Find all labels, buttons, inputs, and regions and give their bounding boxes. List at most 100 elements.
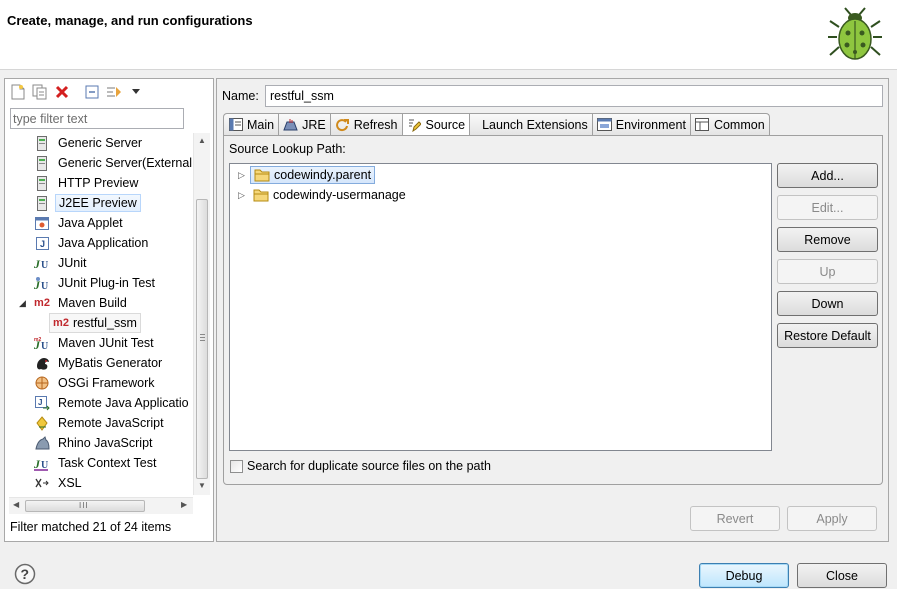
configuration-editor: Name: Main JRE Refresh Source Launch Ext… (216, 78, 889, 542)
tab-label: Main (247, 117, 275, 132)
tree-item-restful-ssm[interactable]: m2 restful_ssm (49, 313, 141, 333)
tree-horizontal-scrollbar[interactable]: ◀ III ▶ (9, 497, 193, 514)
tree-item-junit[interactable]: JU JUnit (34, 253, 89, 273)
tree-item-rhino-javascript[interactable]: Rhino JavaScript (34, 433, 156, 453)
close-button[interactable]: Close (797, 563, 887, 588)
tree-item-label: m2 restful_ssm (49, 313, 141, 333)
tree-item-junit-plugin-test[interactable]: JU JUnit Plug-in Test (34, 273, 158, 293)
maven-icon: m2 (34, 297, 50, 309)
tab-jre[interactable]: JRE (279, 113, 331, 135)
remote-java-icon: J (34, 395, 50, 411)
tree-item-java-application[interactable]: J Java Application (34, 233, 151, 253)
title-band: Create, manage, and run configurations (0, 0, 897, 70)
tree-item-j2ee-preview[interactable]: J2EE Preview (34, 193, 141, 213)
expand-arrow-icon[interactable]: ▷ (238, 170, 250, 181)
tab-source[interactable]: Source (402, 113, 471, 136)
source-item-label: codewindy-usermanage (250, 187, 409, 203)
duplicate-source-checkbox[interactable]: Search for duplicate source files on the… (230, 459, 491, 473)
remote-js-icon (34, 415, 50, 431)
server-icon (34, 195, 50, 211)
tree-item-label: XSL (58, 476, 82, 490)
tree-item-maven-build[interactable]: ◢ m2 Maven Build (19, 293, 130, 313)
server-icon (34, 175, 50, 191)
scroll-up-icon[interactable]: ▲ (198, 136, 206, 145)
source-item-codewindy-parent[interactable]: ▷ codewindy.parent (238, 165, 376, 185)
add-button[interactable]: Add... (777, 163, 878, 188)
config-tabs: Main JRE Refresh Source Launch Extension… (223, 113, 770, 136)
tab-refresh[interactable]: Refresh (330, 113, 403, 135)
main-tab-icon (228, 117, 243, 132)
name-field[interactable] (265, 85, 883, 107)
osgi-icon (34, 375, 50, 391)
tree-item-generic-server[interactable]: Generic Server (34, 133, 145, 153)
tree-item-label: Remote Java Applicatio (58, 396, 189, 410)
junit-icon: JU (34, 255, 50, 271)
tree-item-generic-server-external[interactable]: Generic Server(External (34, 153, 195, 173)
junit-icon: J Um2 (34, 335, 50, 351)
collapse-all-icon[interactable] (83, 83, 101, 101)
name-label: Name: (222, 89, 259, 103)
filter-icon[interactable] (105, 83, 123, 101)
folder-icon (254, 169, 270, 182)
svg-text:?: ? (21, 566, 30, 582)
scroll-right-icon[interactable]: ▶ (181, 500, 187, 509)
svg-text:J: J (38, 398, 42, 407)
checkbox-box[interactable] (230, 459, 243, 473)
tab-common[interactable]: Common (690, 113, 770, 135)
source-item-codewindy-usermanage[interactable]: ▷ codewindy-usermanage (238, 185, 409, 205)
tree-item-task-context-test[interactable]: JU Task Context Test (34, 453, 159, 473)
horizontal-scroll-thumb[interactable]: III (25, 500, 145, 512)
debug-button[interactable]: Debug (699, 563, 789, 588)
junit-plugin-icon: JU (34, 275, 50, 291)
source-icon (407, 118, 422, 133)
tree-item-xsl[interactable]: XSL (34, 473, 85, 493)
tree-vertical-scrollbar[interactable]: ▲ ▼ (193, 133, 210, 495)
tree-item-mybatis-generator[interactable]: MyBatis Generator (34, 353, 165, 373)
tree-item-label: Generic Server(External (58, 156, 193, 170)
dialog-title: Create, manage, and run configurations (7, 13, 253, 28)
filter-input[interactable] (10, 108, 184, 129)
tab-environment[interactable]: Environment (592, 113, 691, 135)
tree-item-label: Java Application (58, 236, 149, 250)
applet-icon (34, 215, 50, 231)
source-lookup-tree[interactable]: ▷ codewindy.parent ▷ codewindy-usermanag… (229, 163, 772, 451)
remove-button[interactable]: Remove (777, 227, 878, 252)
expand-arrow-icon[interactable]: ▷ (238, 190, 250, 201)
tab-label: Common (713, 117, 765, 132)
expanded-arrow-icon[interactable]: ◢ (19, 298, 34, 309)
new-config-icon[interactable] (9, 83, 27, 101)
tab-main[interactable]: Main (223, 113, 280, 135)
tree-item-remote-javascript[interactable]: Remote JavaScript (34, 413, 167, 433)
duplicate-icon[interactable] (31, 83, 49, 101)
configurations-toolbar (9, 82, 145, 102)
revert-button[interactable]: Revert (690, 506, 780, 531)
restore-default-button[interactable]: Restore Default (777, 323, 878, 348)
tree-item-java-applet[interactable]: Java Applet (34, 213, 126, 233)
tab-label: Refresh (353, 117, 398, 132)
apply-button[interactable]: Apply (787, 506, 877, 531)
restful-ssm-label: restful_ssm (73, 316, 137, 330)
configurations-panel: Generic Server Generic Server(External H… (4, 78, 214, 542)
tab-launch-extensions[interactable]: Launch Extensions (470, 113, 593, 135)
down-button[interactable]: Down (777, 291, 878, 316)
tree-item-label: Maven Build (58, 296, 127, 310)
common-icon (695, 117, 710, 132)
tree-item-http-preview[interactable]: HTTP Preview (34, 173, 141, 193)
tree-item-remote-java-application[interactable]: J Remote Java Applicatio (34, 393, 192, 413)
scroll-left-icon[interactable]: ◀ (13, 500, 19, 509)
svg-text:J: J (34, 257, 41, 270)
vertical-scroll-thumb[interactable] (196, 199, 208, 479)
duplicate-source-label: Search for duplicate source files on the… (247, 459, 491, 473)
xsl-icon (34, 475, 50, 491)
help-icon[interactable]: ? (14, 563, 36, 585)
edit-button[interactable]: Edit... (777, 195, 878, 220)
dropdown-arrow-icon[interactable] (127, 83, 145, 101)
tree-item-label: Java Applet (58, 216, 123, 230)
folder-icon (253, 189, 269, 202)
up-button[interactable]: Up (777, 259, 878, 284)
tree-item-maven-junit-test[interactable]: J Um2 Maven JUnit Test (34, 333, 157, 353)
configurations-tree[interactable]: Generic Server Generic Server(External H… (5, 133, 203, 495)
delete-icon[interactable] (53, 83, 71, 101)
tree-item-osgi-framework[interactable]: OSGi Framework (34, 373, 158, 393)
scroll-down-icon[interactable]: ▼ (198, 481, 206, 490)
